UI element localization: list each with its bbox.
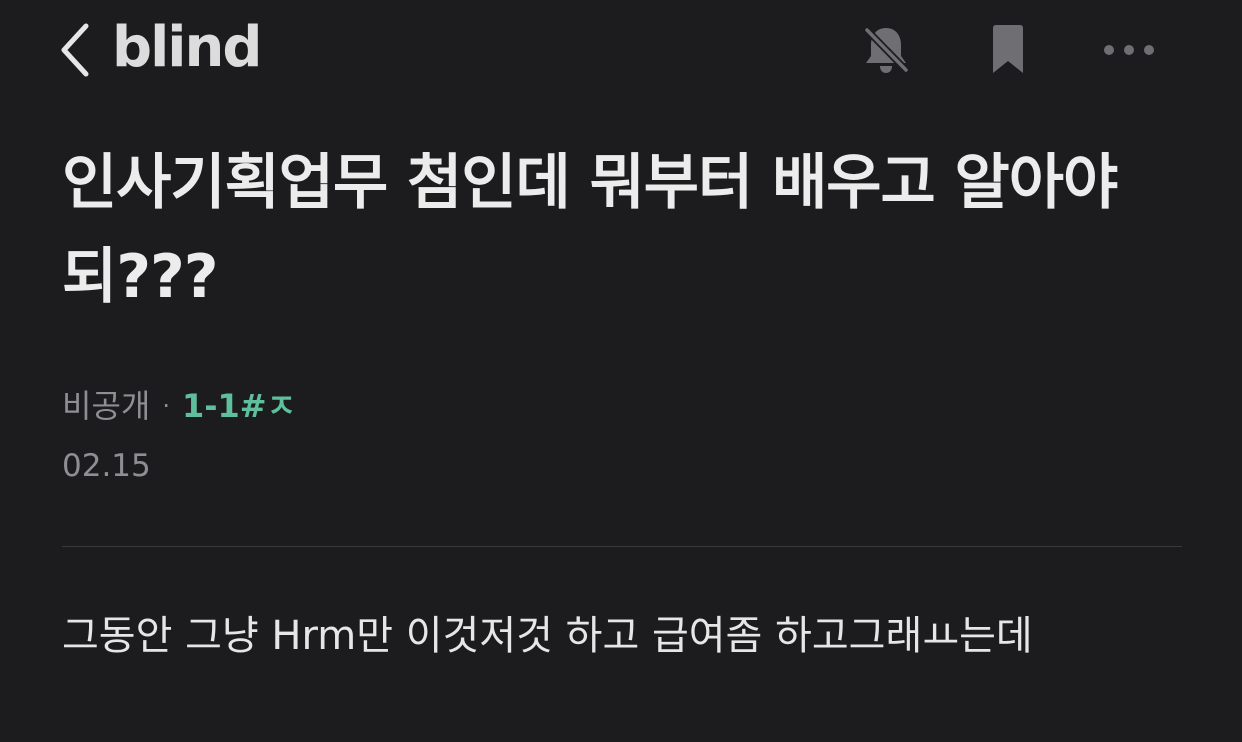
bookmark-icon — [993, 25, 1023, 73]
blind-logo[interactable]: blind — [112, 12, 262, 84]
post-author: 비공개 — [62, 387, 151, 425]
notification-toggle-button[interactable] — [854, 18, 918, 82]
top-navigation-bar: blind — [0, 0, 1242, 100]
bell-off-icon — [863, 26, 910, 74]
bookmark-button[interactable] — [976, 18, 1040, 82]
meta-separator: · — [162, 392, 170, 420]
post-body: 그동안 그냥 Hrm만 이것저것 하고 급여좀 하고그래ㅛ는데 — [62, 613, 1033, 659]
divider — [62, 546, 1182, 547]
back-button[interactable] — [56, 20, 100, 80]
more-options-button[interactable] — [1097, 18, 1161, 82]
post-title: 인사기획업무 첨인데 뭐부터 배우고 알아야되??? — [62, 148, 1118, 312]
more-horizontal-icon — [1104, 45, 1154, 55]
chevron-left-icon — [61, 23, 89, 77]
author-tag[interactable]: 1-1#ㅈ — [182, 384, 296, 428]
post-meta: 비공개 · 1-1#ㅈ — [62, 384, 296, 428]
post-date: 02.15 — [62, 448, 151, 484]
